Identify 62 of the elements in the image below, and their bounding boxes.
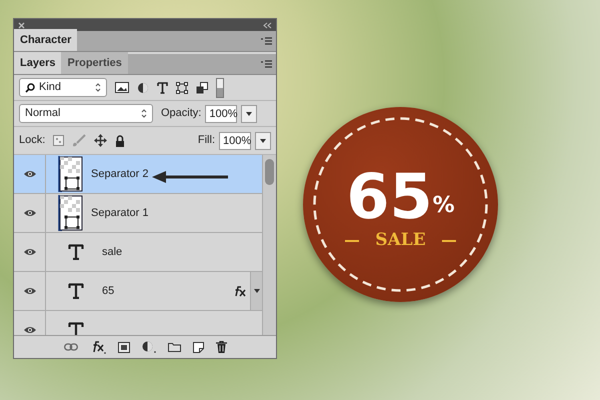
- type-filter-icon[interactable]: [157, 82, 168, 94]
- folder-icon[interactable]: [168, 342, 180, 352]
- menu-icon[interactable]: [261, 37, 272, 45]
- type-icon: [68, 244, 84, 260]
- new-page-icon[interactable]: [192, 342, 204, 352]
- scrollbar[interactable]: [262, 155, 276, 335]
- eye-icon[interactable]: [24, 326, 36, 334]
- layer-name: sale: [102, 244, 122, 260]
- sale-label: SALE: [375, 228, 426, 252]
- image-icon[interactable]: [115, 82, 129, 93]
- layer-row[interactable]: sale: [14, 233, 262, 272]
- scroll-thumb[interactable]: [265, 159, 274, 185]
- half-circle-icon[interactable]: [142, 341, 156, 353]
- layer-row[interactable]: 65: [14, 272, 262, 311]
- caret-icon: [260, 138, 266, 142]
- caret-icon: [246, 112, 252, 116]
- toggle-switch-icon[interactable]: [216, 78, 224, 98]
- percent-sign: %: [432, 192, 455, 220]
- mask-icon[interactable]: [118, 342, 130, 352]
- caret-icon: [95, 83, 101, 92]
- shape-icon[interactable]: [176, 82, 188, 94]
- menu-icon[interactable]: [261, 60, 272, 68]
- caret-icon: [141, 109, 147, 118]
- type-icon: [68, 322, 84, 335]
- layer-name: Separator 1: [91, 206, 148, 221]
- half-circle-icon[interactable]: [137, 82, 149, 94]
- caret-icon: [254, 289, 260, 293]
- eye-icon[interactable]: [24, 209, 36, 217]
- opacity-label: Opacity:: [161, 106, 202, 122]
- fill-label: Fill:: [198, 133, 215, 148]
- layer-row[interactable]: Separator 2: [14, 155, 262, 194]
- tab[interactable]: Layers: [14, 52, 62, 74]
- checker-icon[interactable]: [53, 135, 64, 146]
- type-icon: [68, 283, 84, 299]
- arrow-icon: [150, 170, 230, 184]
- opacity-field[interactable]: 100%: [205, 104, 238, 122]
- shape-thumbnail-icon: [58, 156, 83, 192]
- search-icon: [25, 82, 35, 92]
- filter-dropdown[interactable]: Kind: [19, 78, 107, 97]
- lock-label: Lock:: [19, 133, 46, 148]
- tab[interactable]: Properties: [61, 52, 128, 74]
- tab[interactable]: Character: [14, 28, 78, 51]
- dropdown-button[interactable]: [255, 132, 271, 150]
- expand-button[interactable]: [250, 272, 262, 310]
- smart-object-icon[interactable]: [196, 82, 208, 94]
- fill-field[interactable]: 100%: [219, 132, 251, 150]
- layer-name: Separator 2: [91, 166, 148, 182]
- blend-mode-dropdown[interactable]: Normal: [19, 104, 153, 123]
- layer-row[interactable]: Separator 1: [14, 194, 262, 233]
- collapse-icon[interactable]: [263, 22, 272, 28]
- sale-number: 65: [346, 166, 433, 228]
- shape-thumbnail-icon: [58, 195, 83, 231]
- layer-name: 65: [102, 284, 114, 299]
- dropdown-button[interactable]: [241, 104, 258, 122]
- eye-icon[interactable]: [24, 248, 36, 256]
- lock-icon[interactable]: [115, 134, 126, 146]
- trash-icon[interactable]: [216, 341, 226, 353]
- eye-icon[interactable]: [24, 170, 36, 178]
- close-icon[interactable]: [18, 22, 25, 28]
- eye-icon[interactable]: [24, 287, 36, 295]
- link-icon[interactable]: [64, 343, 78, 351]
- move-icon[interactable]: [94, 134, 108, 147]
